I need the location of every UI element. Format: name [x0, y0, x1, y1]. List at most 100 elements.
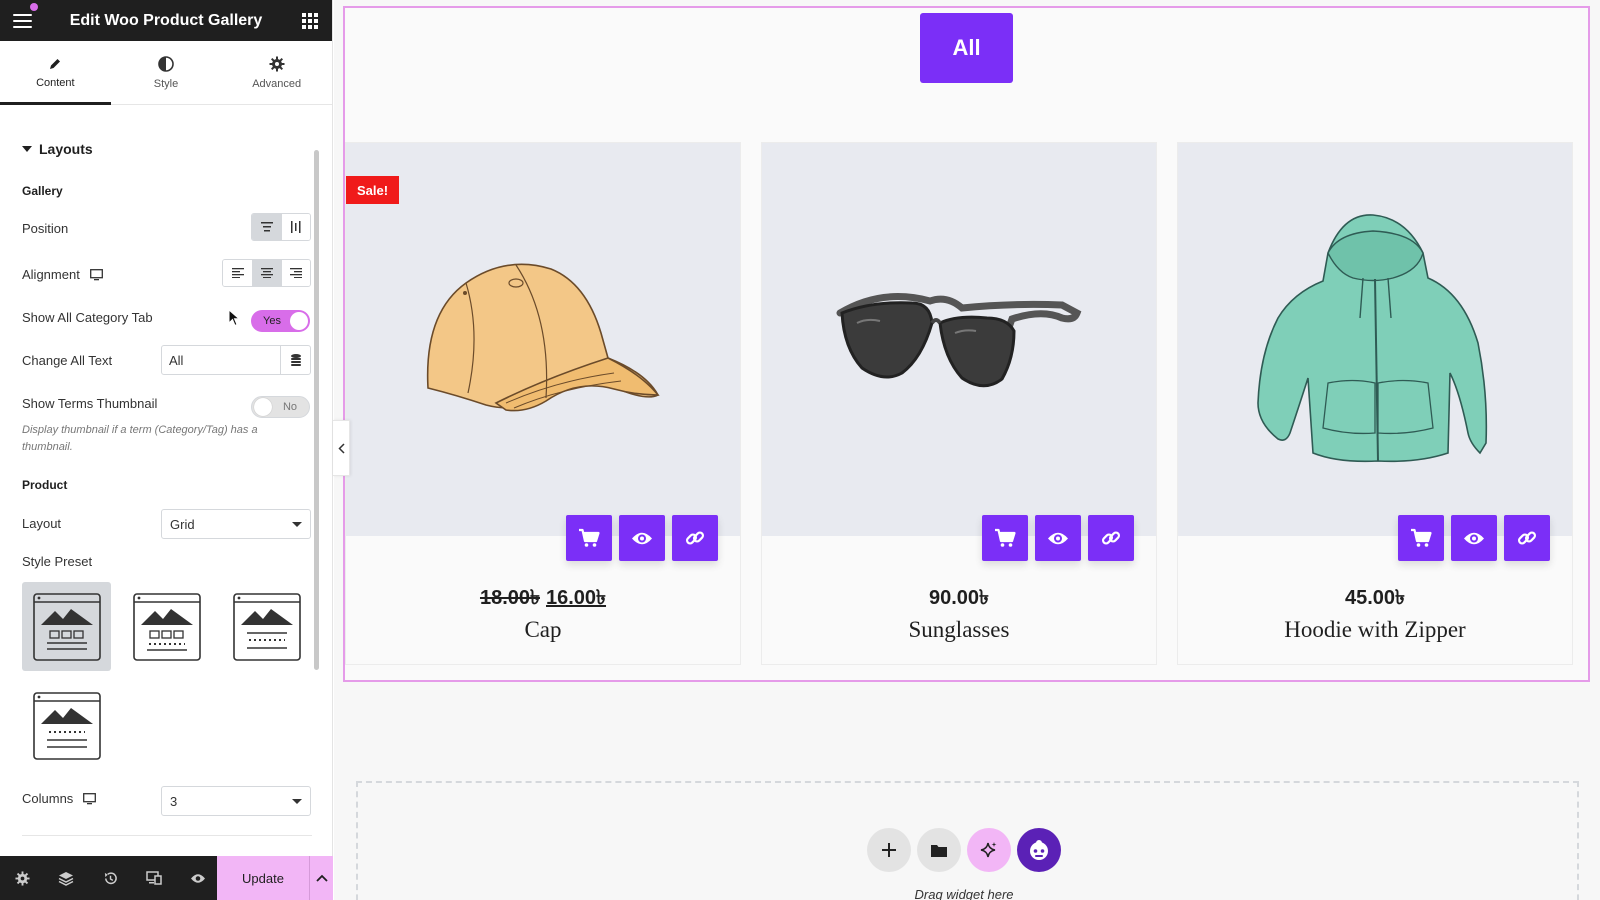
drop-zone[interactable]	[356, 781, 1579, 900]
layout-label: Layout	[22, 516, 62, 531]
align-side-icon	[291, 221, 301, 233]
toggle-knob	[290, 312, 308, 330]
product-actions	[1398, 515, 1550, 561]
tab-advanced[interactable]: Advanced	[221, 41, 332, 104]
tab-style[interactable]: Style	[111, 41, 222, 104]
product-image-area[interactable]	[762, 143, 1156, 536]
align-left-button[interactable]	[223, 260, 252, 286]
style-preset-1[interactable]	[22, 582, 111, 671]
style-preset-4[interactable]	[22, 681, 111, 770]
show-terms-thumb-description: Display thumbnail if a term (Category/Ta…	[22, 424, 258, 453]
add-to-cart-button[interactable]	[566, 515, 612, 561]
section-divider	[22, 835, 312, 836]
toggle-text: No	[282, 401, 297, 413]
addon-library-button[interactable]	[1017, 828, 1061, 872]
product-link-button[interactable]	[1088, 515, 1134, 561]
columns-label: Columns	[22, 791, 97, 806]
pencil-icon	[50, 58, 61, 69]
product-card: 45.00৳ Hoodie with Zipper	[1177, 142, 1573, 665]
position-vertical-button[interactable]	[281, 214, 310, 240]
style-preset-2[interactable]	[122, 582, 211, 671]
add-to-cart-button[interactable]	[982, 515, 1028, 561]
product-gallery-widget[interactable]: All Sale! 18.00৳ 16.00৳ Cap 90.00৳ Sungl…	[343, 6, 1590, 682]
chevron-up-icon	[315, 874, 328, 882]
desktop-icon	[89, 268, 103, 280]
quick-view-button[interactable]	[1451, 515, 1497, 561]
navigator-button[interactable]	[44, 856, 88, 900]
change-all-text-input[interactable]	[162, 346, 280, 374]
desktop-icon	[83, 792, 97, 804]
tab-content[interactable]: Content	[0, 41, 111, 105]
ai-generate-button[interactable]	[967, 828, 1011, 872]
quick-view-button[interactable]	[1035, 515, 1081, 561]
settings-button[interactable]	[0, 856, 44, 900]
preset-layout-1-icon	[32, 592, 101, 661]
drop-zone-text: Drag widget here	[914, 887, 1014, 900]
panel-scrollbar[interactable]	[314, 150, 319, 670]
plus-icon	[882, 843, 896, 857]
position-horizontal-button[interactable]	[252, 214, 281, 240]
style-preset-label: Style Preset	[22, 554, 93, 569]
product-card: 90.00৳ Sunglasses	[761, 142, 1157, 665]
filter-tab-all[interactable]: All	[920, 13, 1013, 83]
columns-select[interactable]: 3	[161, 786, 311, 816]
sunglasses-image	[836, 293, 1082, 388]
preview-button[interactable]	[176, 856, 220, 900]
cursor-arrow-icon	[228, 309, 240, 327]
add-to-cart-button[interactable]	[1398, 515, 1444, 561]
history-button[interactable]	[88, 856, 132, 900]
show-terms-thumb-label: Show Terms Thumbnail	[22, 396, 158, 411]
update-options-button[interactable]	[309, 856, 333, 900]
product-price: 90.00৳	[762, 583, 1156, 616]
dynamic-tags-button[interactable]	[280, 346, 310, 374]
layout-select[interactable]: Grid	[161, 509, 311, 539]
cap-image	[426, 263, 660, 412]
section-title: Layouts	[39, 141, 93, 157]
hamburger-menu-button[interactable]	[0, 0, 44, 41]
sale-price: 16.00৳	[546, 587, 607, 609]
align-center-button[interactable]	[252, 260, 281, 286]
style-preset-3[interactable]	[222, 582, 311, 671]
gallery-heading: Gallery	[22, 184, 63, 198]
tab-label: Style	[153, 77, 179, 90]
section-layouts-toggle[interactable]: Layouts	[22, 141, 93, 157]
half-circle-icon	[158, 55, 174, 72]
update-button[interactable]: Update	[217, 856, 309, 900]
alignment-control	[222, 259, 311, 287]
dropdown-arrow-icon	[292, 798, 302, 804]
responsive-icon	[146, 871, 162, 885]
product-title[interactable]: Hoodie with Zipper	[1178, 617, 1572, 643]
product-card: Sale! 18.00৳ 16.00৳ Cap	[345, 142, 741, 665]
show-terms-thumb-toggle[interactable]: No	[251, 396, 310, 418]
database-icon	[290, 354, 301, 366]
cart-icon	[579, 528, 600, 547]
gear-icon	[269, 56, 285, 71]
layout-select-value: Grid	[170, 516, 195, 532]
product-title[interactable]: Sunglasses	[762, 617, 1156, 643]
sale-badge: Sale!	[346, 176, 399, 204]
caret-down-icon	[22, 146, 32, 152]
eye-icon	[1464, 532, 1484, 544]
responsive-mode-button[interactable]	[132, 856, 176, 900]
product-price: 45.00৳	[1178, 583, 1572, 616]
collapse-panel-button[interactable]	[333, 420, 350, 476]
layers-icon	[58, 871, 74, 886]
panel-content: Layouts Gallery Position Alignment Show …	[0, 105, 322, 856]
cart-icon	[995, 528, 1016, 547]
align-right-icon	[290, 268, 302, 278]
align-top-icon	[260, 222, 273, 232]
product-title[interactable]: Cap	[346, 617, 740, 643]
product-image-area[interactable]	[346, 143, 740, 536]
show-all-tab-toggle[interactable]: Yes	[251, 310, 310, 332]
regular-price: 18.00৳	[479, 587, 540, 609]
quick-view-button[interactable]	[619, 515, 665, 561]
widgets-grid-button[interactable]	[288, 0, 332, 41]
product-link-button[interactable]	[672, 515, 718, 561]
align-right-button[interactable]	[281, 260, 310, 286]
product-image-area[interactable]	[1178, 143, 1572, 536]
add-section-button[interactable]	[867, 828, 911, 872]
product-link-button[interactable]	[1504, 515, 1550, 561]
eye-icon	[1048, 532, 1068, 544]
position-control	[251, 213, 311, 241]
add-template-button[interactable]	[917, 828, 961, 872]
